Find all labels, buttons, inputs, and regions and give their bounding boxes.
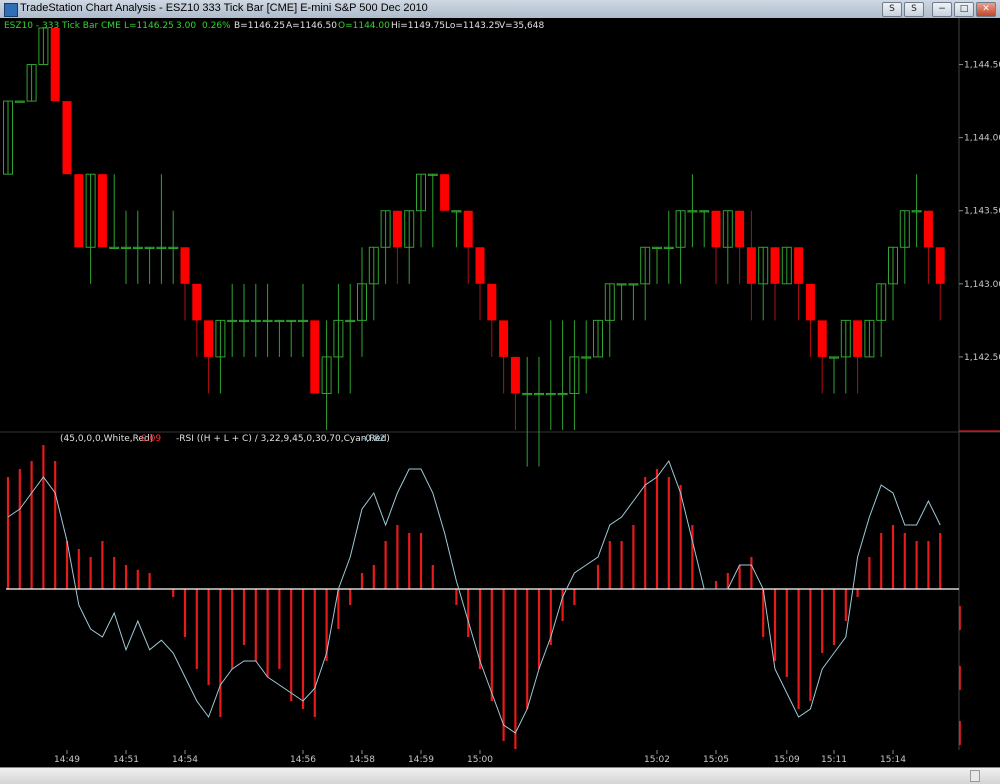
candle-body-down — [817, 320, 827, 357]
chart-background — [0, 18, 1000, 767]
header-high: Hi=1149.75 — [391, 21, 445, 31]
candle-body-down — [499, 320, 509, 357]
header-change-pct: 0.26% — [202, 21, 231, 31]
link-s-button[interactable]: S — [882, 2, 902, 17]
header-last: L=1146.25 — [124, 21, 174, 31]
candle-body-down — [794, 247, 804, 284]
candle-body-down — [74, 174, 84, 248]
window-title: TradeStation Chart Analysis - ESZ10 333 … — [20, 2, 428, 14]
candle-body-down — [735, 210, 745, 248]
time-label: 14:59 — [408, 755, 434, 765]
candle-body-down — [180, 247, 190, 284]
window-controls: S S − □ ✕ — [882, 2, 996, 17]
time-label: 14:56 — [290, 755, 316, 765]
header-ask: A=1146.50 — [286, 21, 337, 31]
price-tick-label: 1,143.50 — [964, 207, 1000, 217]
time-label: 14:49 — [54, 755, 80, 765]
header-symbol: ESZ10 - 333 Tick Bar CME — [4, 21, 121, 31]
time-label: 15:11 — [821, 755, 847, 765]
candle-body-down — [204, 320, 214, 357]
candle-body-down — [935, 247, 945, 284]
price-tick-label: 1,144.50 — [964, 61, 1000, 71]
price-tick-label: 1,144.00 — [964, 134, 1000, 144]
candle-body-down — [440, 174, 450, 211]
time-label: 15:09 — [774, 755, 800, 765]
candle-body-down — [805, 283, 815, 321]
indicator-macd-value: 0.09 — [141, 434, 161, 444]
header-change: 3.00 — [176, 21, 196, 31]
time-label: 14:51 — [113, 755, 139, 765]
header-bid: B=1146.25 — [234, 21, 285, 31]
indicator-rsi-params: -RSI ((H + L + C) / 3,22,9,45,0,30,70,Cy… — [176, 434, 390, 444]
status-bar — [0, 767, 1000, 784]
link-s2-button[interactable]: S — [904, 2, 924, 17]
header-volume: V=35,648 — [499, 21, 544, 31]
candle-body-down — [62, 101, 72, 175]
candle-body-down — [310, 320, 320, 394]
candle-body-down — [50, 28, 60, 102]
time-label: 15:05 — [703, 755, 729, 765]
candle-body-down — [487, 283, 497, 321]
minimize-button[interactable]: − — [932, 2, 952, 17]
candle-body-down — [923, 210, 933, 248]
time-label: 14:54 — [172, 755, 198, 765]
candle-body-down — [510, 356, 520, 394]
chart-area[interactable]: ESZ10 - 333 Tick Bar CME L=1146.25 3.00 … — [0, 18, 1000, 767]
window-titlebar[interactable]: TradeStation Chart Analysis - ESZ10 333 … — [0, 0, 1000, 19]
indicator-rsi-value: -0.82 — [362, 434, 385, 444]
candle-body-down — [746, 247, 756, 284]
maximize-button[interactable]: □ — [954, 2, 974, 17]
status-grip-icon[interactable] — [970, 770, 980, 782]
candle-body-down — [97, 174, 107, 248]
time-label: 14:58 — [349, 755, 375, 765]
candle-body-down — [192, 283, 202, 321]
candle-body-down — [770, 247, 780, 284]
price-tick-label: 1,142.50 — [964, 353, 1000, 363]
candle-body-down — [392, 210, 402, 248]
time-label: 15:14 — [880, 755, 906, 765]
app-icon — [4, 3, 18, 17]
candle-body-down — [853, 320, 863, 357]
close-button[interactable]: ✕ — [976, 2, 996, 17]
header-low: Lo=1143.25 — [445, 21, 500, 31]
indicator-macd-params: (45,0,0,0,White,Red) — [60, 434, 153, 444]
candle-body-down — [711, 210, 721, 248]
candle-body-down — [463, 210, 473, 248]
header-open: O=1144.00 — [338, 21, 390, 31]
candle-body-down — [475, 247, 485, 284]
time-label: 15:00 — [467, 755, 493, 765]
price-tick-label: 1,143.00 — [964, 280, 1000, 290]
time-label: 15:02 — [644, 755, 670, 765]
